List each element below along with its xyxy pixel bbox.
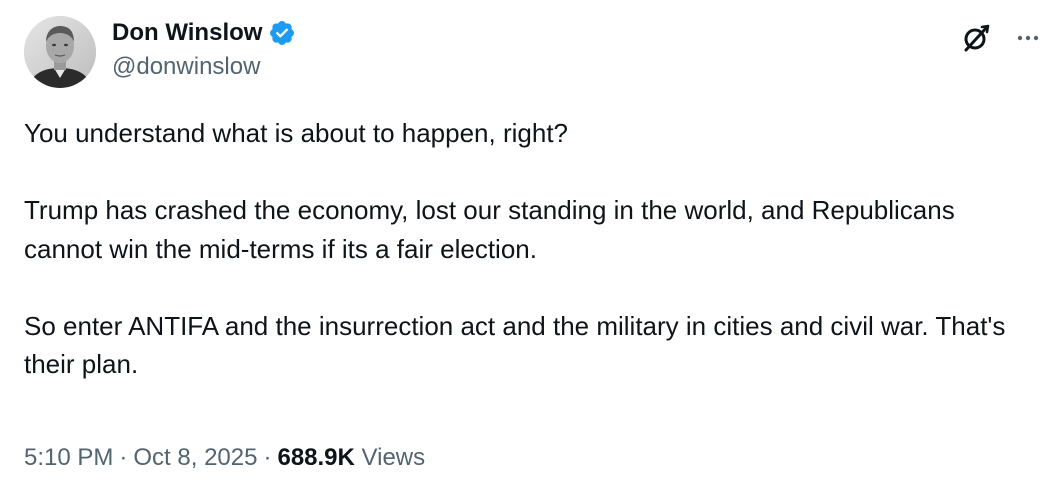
grok-icon[interactable] [958, 20, 994, 56]
avatar[interactable] [24, 16, 96, 88]
views-label: Views [361, 444, 426, 471]
tweet-date[interactable]: Oct 8, 2025 [133, 444, 257, 471]
meta-separator: · [263, 444, 272, 471]
tweet-paragraph: Trump has crashed the economy, lost our … [24, 195, 955, 264]
more-options-icon[interactable] [1010, 20, 1046, 56]
author-name-row: Don Winslow [112, 17, 296, 49]
tweet-meta: 5:10 PM · Oct 8, 2025 · 688.9K Views [24, 444, 425, 472]
verified-badge-icon[interactable] [268, 19, 296, 47]
meta-separator: · [119, 444, 128, 471]
author-display-name[interactable]: Don Winslow [112, 19, 262, 47]
tweet-text: You understand what is about to happen, … [24, 114, 1034, 384]
views-count[interactable]: 688.9K [277, 444, 354, 471]
tweet-paragraph: So enter ANTIFA and the insurrection act… [24, 310, 1006, 380]
tweet-paragraph: You understand what is about to happen, … [24, 118, 569, 148]
author-handle[interactable]: @donwinslow [112, 53, 260, 81]
avatar-photo [24, 16, 96, 88]
tweet-time[interactable]: 5:10 PM [24, 444, 113, 471]
tweet-card: Don Winslow @donwinslow You understand w… [0, 0, 1058, 500]
